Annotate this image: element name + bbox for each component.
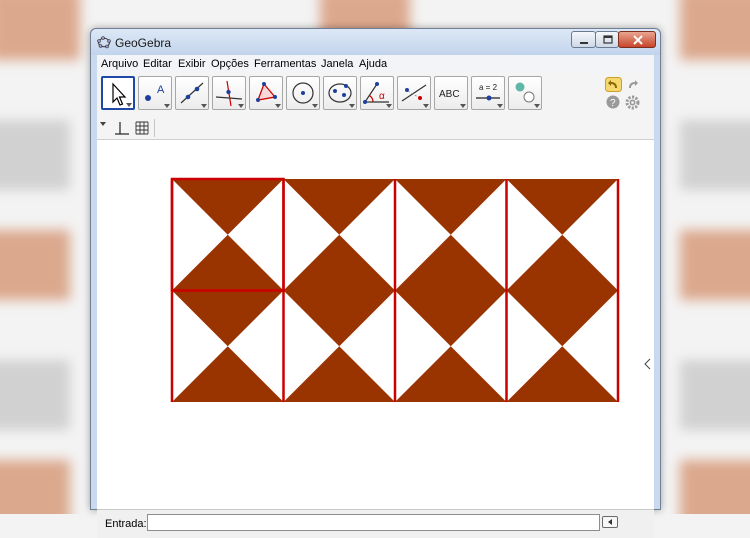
text-tool-label: ABC (439, 89, 460, 100)
svg-text:?: ? (610, 98, 616, 109)
input-help-icon (608, 519, 612, 525)
sidebar-collapse-icon[interactable] (643, 358, 653, 370)
input-help-button[interactable] (602, 516, 618, 528)
polygon-tool-button[interactable] (249, 76, 283, 110)
stylebar-toggle-icon[interactable] (99, 120, 107, 128)
tool-menu-arrow (164, 104, 170, 108)
minimize-icon (580, 42, 588, 44)
ellipse-tool-button[interactable] (323, 76, 357, 110)
text-tool-button[interactable]: ABC (434, 76, 468, 110)
close-icon (633, 35, 643, 45)
graphics-style-bar (97, 117, 654, 140)
slider-tool-label: a = 2 (479, 83, 498, 92)
top-triangle[interactable] (395, 179, 507, 235)
bottom-triangle[interactable] (283, 346, 396, 402)
bottom-triangle[interactable] (506, 234, 619, 291)
input-bar: Entrada: (97, 509, 654, 538)
show-hide-tool-button[interactable] (508, 76, 542, 110)
slider-tool-button[interactable]: a = 2 (471, 76, 505, 110)
top-triangle[interactable] (506, 290, 619, 347)
tool-menu-arrow (534, 104, 540, 108)
angle-tool-button[interactable]: α (360, 76, 394, 110)
geogebra-window: GeoGebra Arquivo Editar Exibir Opções Fe… (90, 28, 661, 538)
app-content: A α ABC a = 2 ? Entrada: (97, 73, 654, 538)
bottom-triangle[interactable] (506, 346, 619, 402)
tool-menu-arrow (312, 104, 318, 108)
circle-tool-button[interactable] (286, 76, 320, 110)
bottom-triangle[interactable] (172, 346, 284, 402)
geogebra-logo-icon (97, 35, 111, 49)
minimize-button[interactable] (571, 31, 596, 48)
bottom-triangle[interactable] (172, 234, 284, 291)
tool-menu-arrow (497, 104, 503, 108)
help-icon[interactable]: ? (606, 95, 620, 109)
close-button[interactable] (618, 31, 656, 48)
menu-ajuda[interactable]: Ajuda (359, 58, 387, 70)
tool-menu-arrow (349, 104, 355, 108)
menu-exibir[interactable]: Exibir (178, 58, 206, 70)
menu-arquivo[interactable]: Arquivo (101, 58, 138, 70)
tool-menu-arrow (460, 104, 466, 108)
input-field[interactable] (147, 514, 600, 531)
separator (154, 119, 155, 137)
undo-icon[interactable] (605, 77, 622, 92)
tool-menu-arrow (238, 104, 244, 108)
reflect-tool-button[interactable] (397, 76, 431, 110)
menu-opcoes[interactable]: Opções (211, 58, 249, 70)
tool-menu-arrow (275, 104, 281, 108)
tool-menu-arrow (201, 104, 207, 108)
title-bar[interactable]: GeoGebra (91, 29, 660, 55)
bottom-triangle[interactable] (395, 346, 507, 402)
tool-menu-arrow (423, 104, 429, 108)
triangle-pattern-drawing (170, 177, 620, 402)
bottom-triangle[interactable] (283, 234, 396, 291)
axes-toggle-icon[interactable] (114, 120, 130, 136)
tool-menu-arrow (386, 104, 392, 108)
redo-icon[interactable] (625, 77, 642, 92)
top-triangle[interactable] (283, 290, 396, 347)
menu-editar[interactable]: Editar (143, 58, 172, 70)
maximize-icon (603, 35, 613, 44)
perpendicular-line-tool-button[interactable] (212, 76, 246, 110)
top-triangle[interactable] (506, 179, 619, 235)
settings-gear-icon[interactable] (625, 95, 640, 110)
tool-bar: A α ABC a = 2 ? (97, 73, 654, 117)
bottom-triangle[interactable] (395, 234, 507, 291)
move-tool-button[interactable] (101, 76, 135, 110)
angle-tool-label: α (379, 91, 385, 102)
graphics-view[interactable] (97, 140, 654, 480)
top-triangle[interactable] (172, 179, 284, 235)
grid-toggle-icon[interactable] (134, 120, 150, 136)
tool-menu-arrow (126, 103, 132, 107)
top-triangle[interactable] (172, 290, 284, 347)
window-title: GeoGebra (115, 36, 172, 50)
line-tool-button[interactable] (175, 76, 209, 110)
maximize-button[interactable] (595, 31, 619, 48)
point-tool-button[interactable]: A (138, 76, 172, 110)
menu-ferramentas[interactable]: Ferramentas (254, 58, 316, 70)
menu-bar: Arquivo Editar Exibir Opções Ferramentas… (97, 55, 654, 73)
menu-janela[interactable]: Janela (321, 58, 353, 70)
top-triangle[interactable] (283, 179, 396, 235)
point-tool-label: A (157, 84, 165, 96)
input-label: Entrada: (105, 518, 147, 530)
top-triangle[interactable] (395, 290, 507, 347)
